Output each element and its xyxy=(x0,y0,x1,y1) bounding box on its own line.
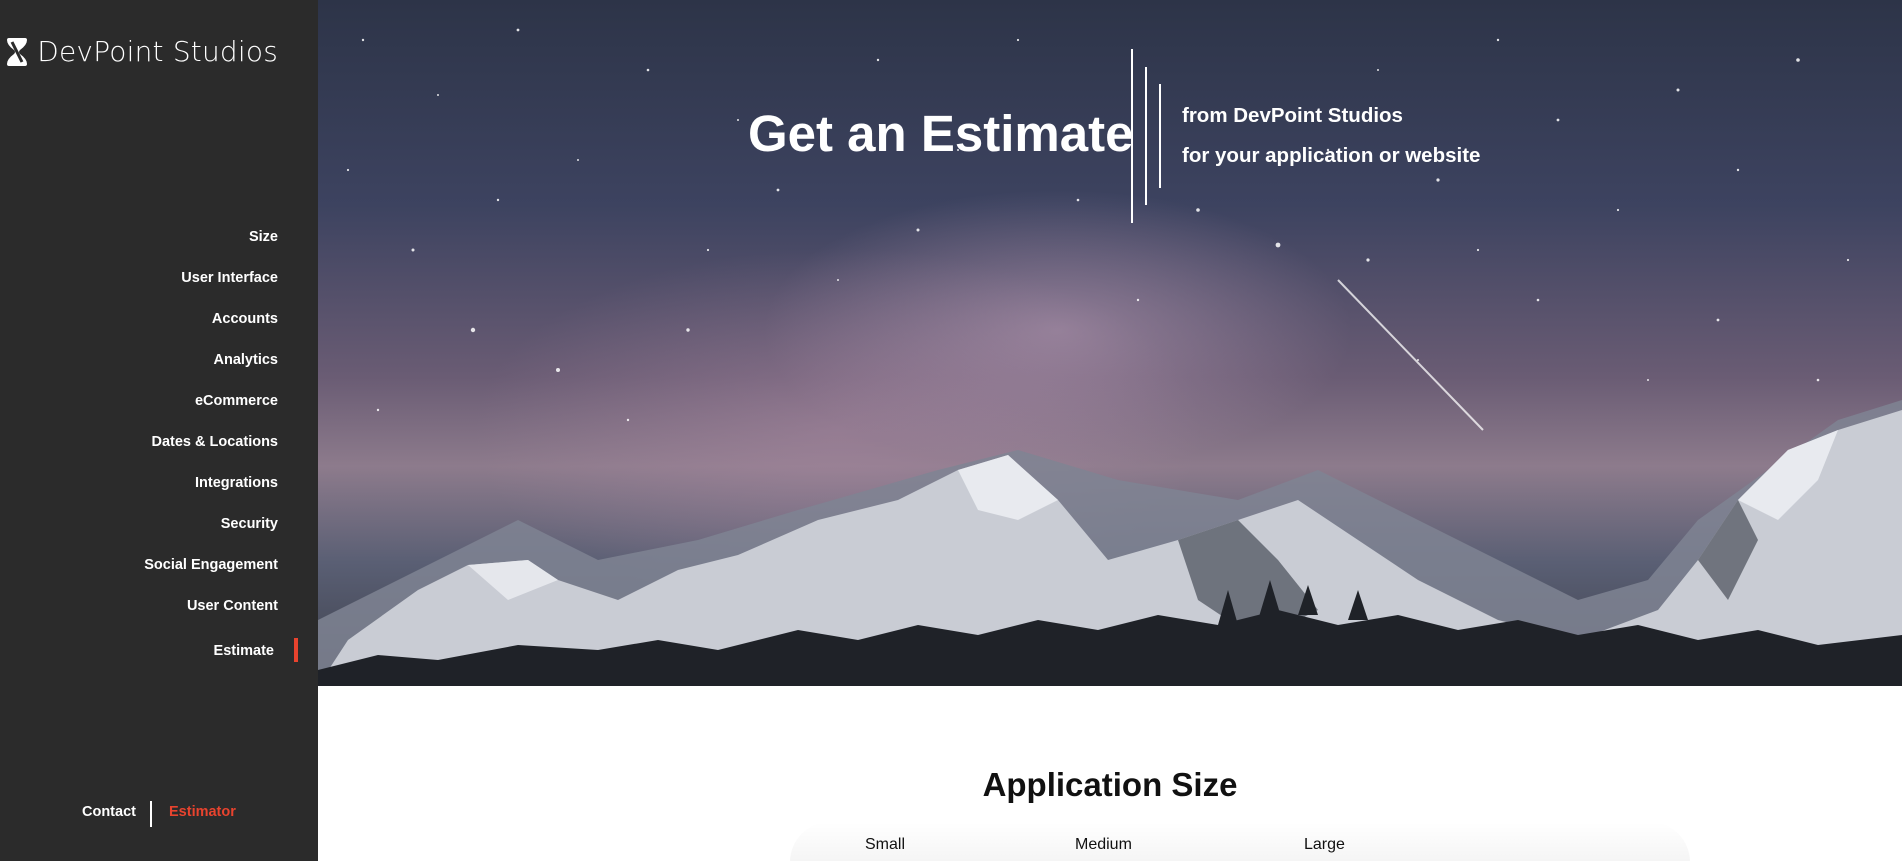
brand-name: DevPoint Studios xyxy=(37,35,278,68)
size-option-medium[interactable]: Medium xyxy=(1075,836,1132,854)
decorative-line-3 xyxy=(1159,84,1161,188)
sidebar-item-social-engagement[interactable]: Social Engagement xyxy=(144,550,278,591)
stars xyxy=(346,28,1850,422)
contact-link[interactable]: Contact xyxy=(82,804,136,820)
mountain-night-sky-image xyxy=(318,28,1902,686)
sidebar-item-estimate[interactable]: Estimate xyxy=(144,636,298,677)
shooting-star xyxy=(1337,279,1484,431)
sidebar-nav: Size User Interface Accounts Analytics e… xyxy=(144,222,298,677)
hero-title: Get an Estimate xyxy=(748,105,1134,162)
decorative-line-1 xyxy=(1131,49,1133,223)
sidebar-item-analytics[interactable]: Analytics xyxy=(144,345,278,386)
decorative-line-2 xyxy=(1145,67,1147,205)
hourglass-logo-icon xyxy=(7,37,28,66)
sidebar-item-estimate-label: Estimate xyxy=(213,643,274,659)
sidebar-item-security[interactable]: Security xyxy=(144,509,278,550)
hero-subtitle-line2: for your application or website xyxy=(1182,144,1481,167)
page: DevPoint Studios Size User Interface Acc… xyxy=(0,0,1902,861)
sidebar-item-integrations[interactable]: Integrations xyxy=(144,468,278,509)
size-option-small[interactable]: Small xyxy=(865,836,905,854)
hero-subtitle-line1: from DevPoint Studios xyxy=(1182,104,1403,127)
brand-logo[interactable]: DevPoint Studios xyxy=(6,35,278,68)
sidebar-item-user-interface[interactable]: User Interface xyxy=(144,263,278,304)
sidebar-item-size[interactable]: Size xyxy=(144,222,278,263)
sidebar-footer: Contact Estimator xyxy=(0,801,318,827)
hero-banner: Get an Estimate from DevPoint Studios fo… xyxy=(318,0,1902,686)
sidebar-item-ecommerce[interactable]: eCommerce xyxy=(144,386,278,427)
sidebar-item-dates-locations[interactable]: Dates & Locations xyxy=(144,427,279,468)
estimator-link[interactable]: Estimator xyxy=(169,804,236,820)
size-option-large[interactable]: Large xyxy=(1304,836,1345,854)
active-indicator xyxy=(294,638,298,662)
sidebar-item-user-content[interactable]: User Content xyxy=(144,591,278,632)
application-size-title: Application Size xyxy=(982,766,1238,803)
sidebar: DevPoint Studios Size User Interface Acc… xyxy=(0,0,318,861)
sidebar-item-accounts[interactable]: Accounts xyxy=(144,304,278,345)
size-options-panel xyxy=(790,822,1690,861)
footer-divider xyxy=(150,801,152,827)
